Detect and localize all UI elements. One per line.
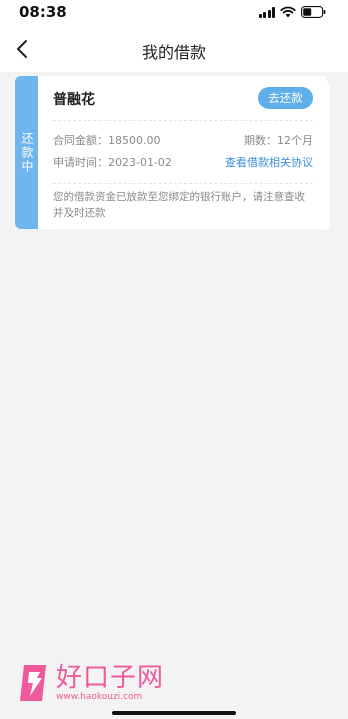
divider [53,120,313,121]
loan-periods: 期数：12个月 [244,134,313,147]
wifi-icon [280,6,296,18]
status-tag: 还款中 [15,76,38,229]
loan-note: 您的借款资金已放款至您绑定的银行账户，请注意查收并及时还款 [53,191,305,219]
product-name: 普融花 [53,92,95,108]
battery-icon [301,6,326,18]
page-title: 我的借款 [141,43,206,62]
agreement-link[interactable]: 查看借款相关协议 [225,154,313,170]
divider [53,183,313,184]
contract-amount: 合同金额：18500.00 [53,134,161,147]
watermark-logo-icon [18,663,52,703]
watermark: 好口子网 www.haokouzi.com [18,663,164,703]
loan-card[interactable]: 还款中 普融花 去还款 合同金额：18500.00 期数：12个月 申请时间：2… [15,76,330,229]
home-indicator[interactable] [112,711,236,715]
status-time: 08:38 [19,3,67,21]
status-bar: 08:38 [0,0,348,26]
repay-button[interactable]: 去还款 [258,87,313,109]
watermark-brand: 好口子网 [56,662,165,693]
nav-bar: 我的借款 [0,26,348,72]
apply-time: 申请时间：2023-01-02 [53,156,172,169]
signal-icon [258,6,275,18]
watermark-url: www.haokouzi.com [56,691,143,702]
status-icons [258,6,327,18]
status-tag-label: 还款中 [20,131,34,174]
